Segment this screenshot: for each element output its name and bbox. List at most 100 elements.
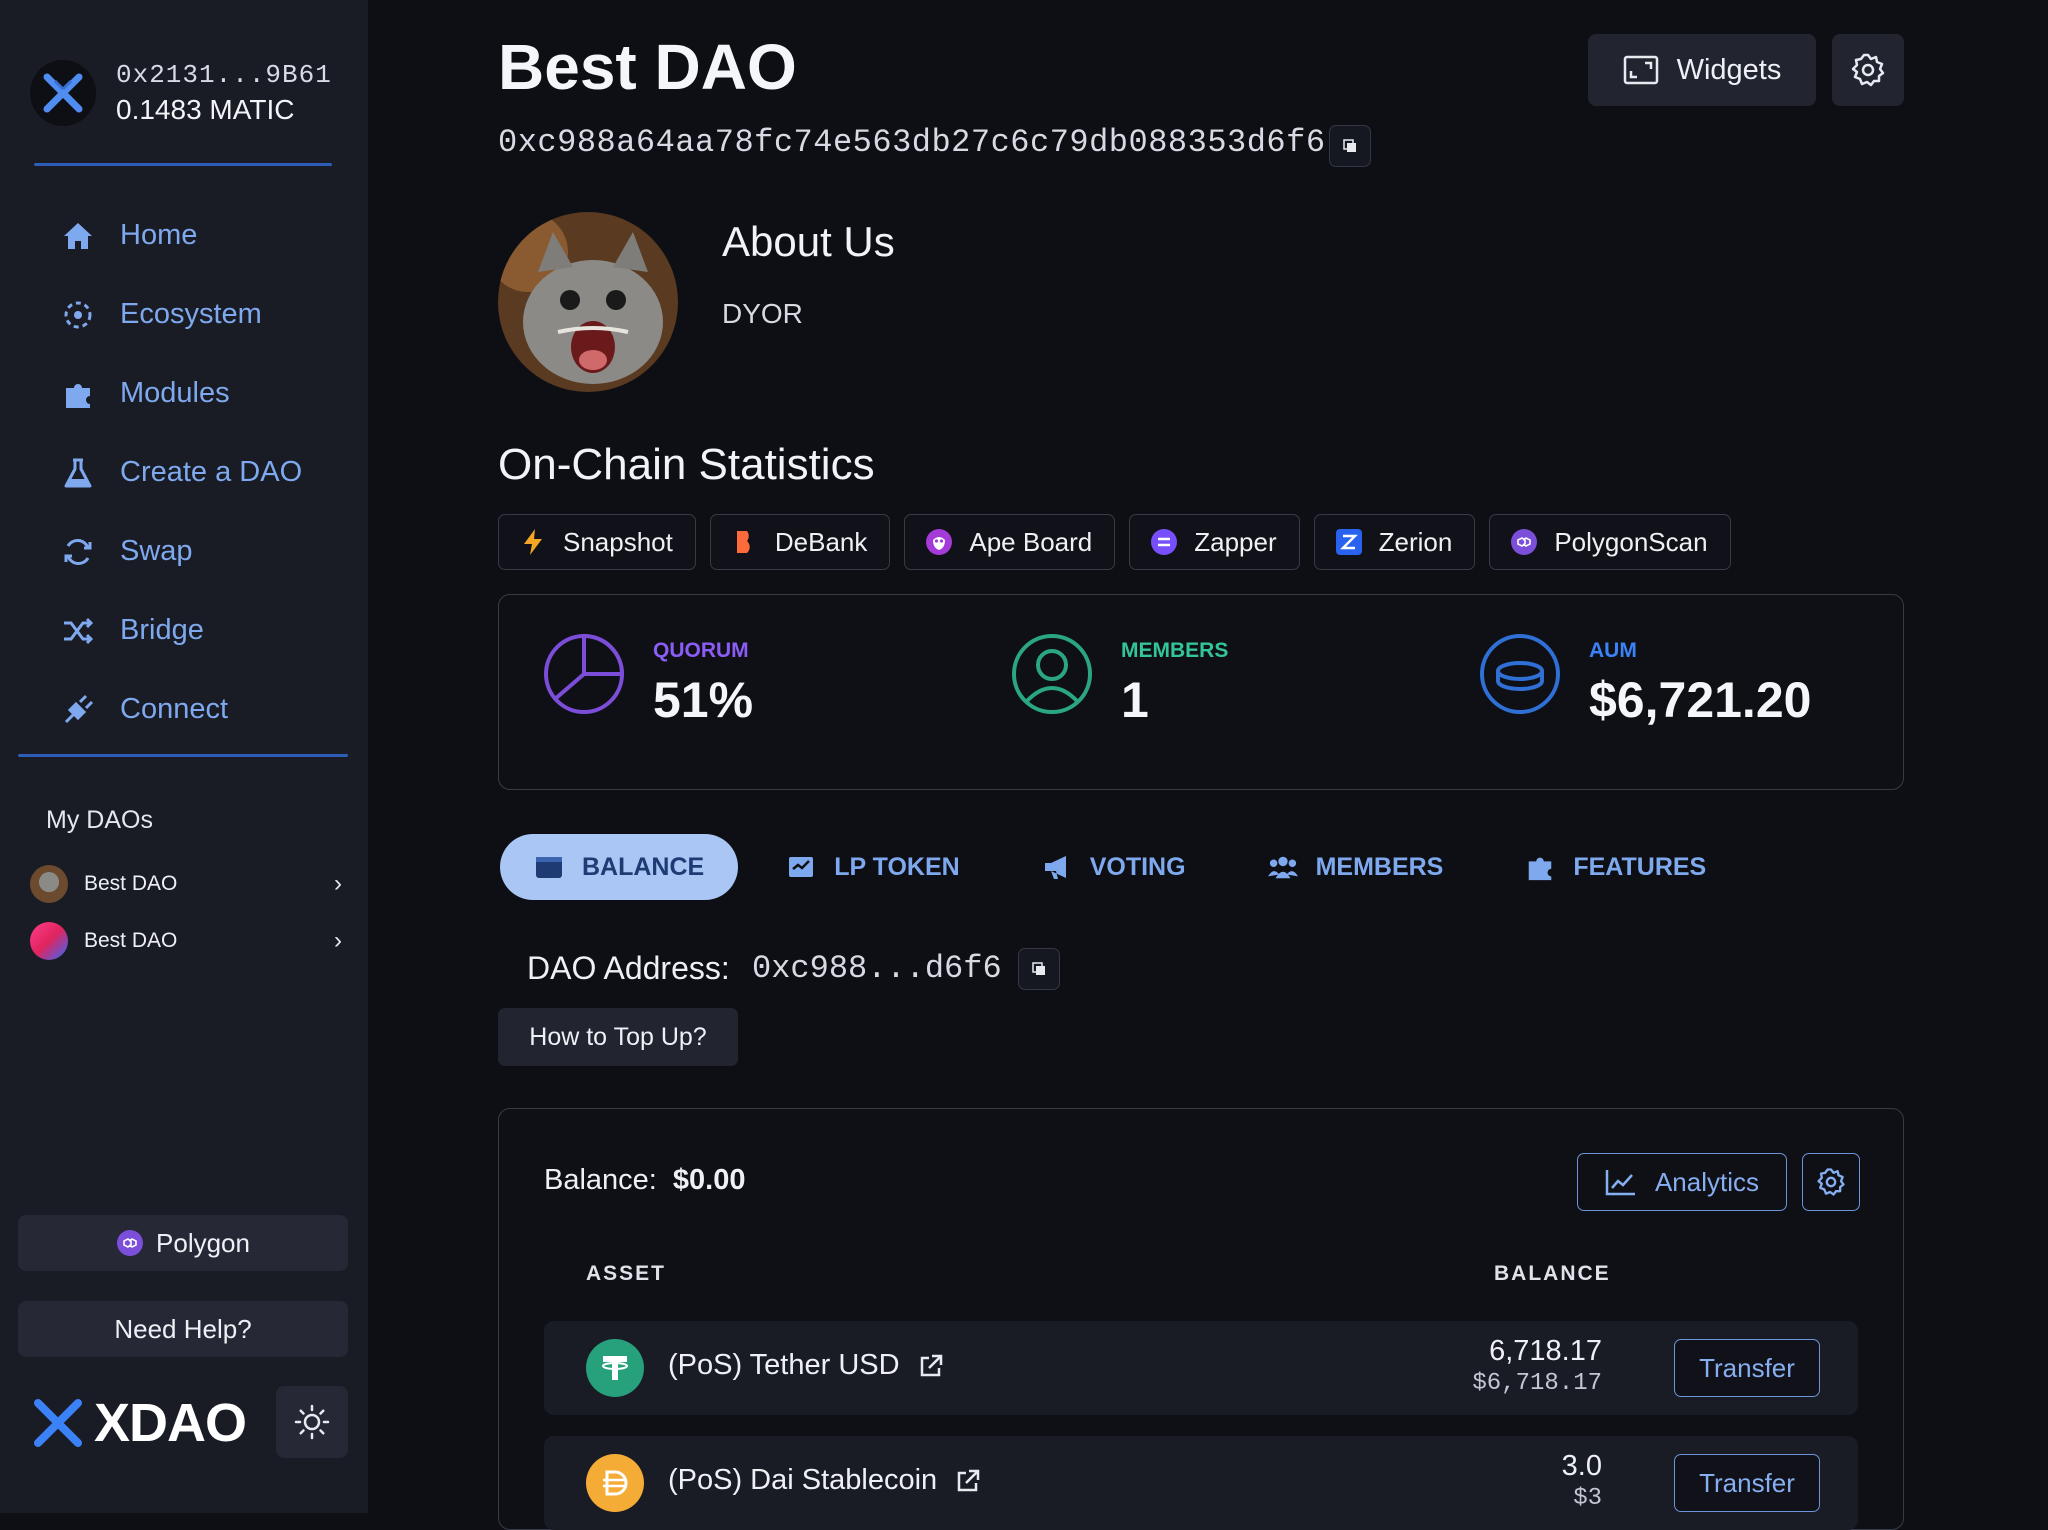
tether-icon (586, 1339, 644, 1397)
page-title: Best DAO (498, 31, 797, 103)
stats-heading: On-Chain Statistics (498, 440, 875, 489)
account-widget[interactable]: 0x2131...9B61 0.1483 MATIC (30, 60, 332, 126)
copy-dao-address-button[interactable] (1018, 948, 1060, 990)
brand-logo[interactable]: XDAO (32, 1392, 247, 1454)
tab-features[interactable]: FEATURES (1491, 834, 1740, 900)
aum-stat: AUM $6,721.20 (1477, 631, 1811, 729)
line-chart-icon (1605, 1168, 1637, 1196)
balance-settings-button[interactable] (1802, 1153, 1860, 1211)
tab-label: FEATURES (1573, 852, 1707, 881)
account-address: 0x2131...9B61 (116, 60, 332, 90)
chart-check-icon (786, 852, 816, 882)
analytics-button[interactable]: Analytics (1577, 1153, 1787, 1211)
aum-value: $6,721.20 (1589, 672, 1812, 728)
polygon-icon (1510, 528, 1538, 556)
polygon-icon (116, 1229, 144, 1257)
my-dao-name: Best DAO (84, 929, 178, 952)
zerion-link[interactable]: Zerion (1313, 514, 1476, 570)
zerion-icon (1335, 528, 1363, 556)
members-label: MEMBERS (1121, 639, 1229, 662)
zapper-link[interactable]: Zapper (1129, 514, 1300, 570)
sidebar-item-bridge[interactable]: Bridge (60, 591, 302, 670)
snapshot-link[interactable]: Snapshot (498, 514, 696, 570)
ape-board-link[interactable]: Ape Board (904, 514, 1116, 570)
flask-icon (60, 455, 96, 491)
dao-tabs: BALANCE LP TOKEN VOTING MEMBERS FEATURES (500, 834, 1754, 900)
network-label: Polygon (156, 1227, 250, 1258)
app-root: 0x2131...9B61 0.1483 MATIC Home Ecosyste… (0, 0, 2048, 1530)
sidebar-item-create-dao[interactable]: Create a DAO (60, 433, 302, 512)
tab-voting[interactable]: VOTING (1008, 834, 1220, 900)
sun-icon (294, 1404, 330, 1440)
how-to-top-up-button[interactable]: How to Top Up? (498, 1008, 738, 1066)
users-icon (1267, 852, 1298, 882)
transfer-button[interactable]: Transfer (1674, 1454, 1820, 1512)
col-header-balance: BALANCE (1494, 1262, 1611, 1285)
need-help-button[interactable]: Need Help? (18, 1301, 348, 1357)
wallet-icon (534, 852, 564, 882)
shuffle-icon (60, 613, 96, 649)
external-link-icon[interactable] (918, 1353, 944, 1379)
swap-icon (60, 534, 96, 570)
asset-name: (PoS) Tether USD (668, 1349, 900, 1381)
quorum-value: 51% (653, 672, 754, 728)
settings-button[interactable] (1832, 34, 1904, 106)
transfer-button[interactable]: Transfer (1674, 1339, 1820, 1397)
tab-balance[interactable]: BALANCE (500, 834, 739, 900)
sidebar-item-ecosystem[interactable]: Ecosystem (60, 275, 302, 354)
tab-label: BALANCE (582, 852, 705, 881)
members-stat: MEMBERS 1 (1009, 631, 1228, 729)
sidebar-item-modules[interactable]: Modules (60, 354, 302, 433)
coins-icon (1477, 631, 1563, 717)
dao-avatar (30, 865, 68, 903)
sidebar: 0x2131...9B61 0.1483 MATIC Home Ecosyste… (0, 0, 368, 1513)
pie-chart-icon (541, 631, 627, 717)
user-icon (1009, 631, 1095, 717)
aum-label: AUM (1589, 639, 1637, 662)
my-dao-item[interactable]: Best DAO › (30, 919, 342, 963)
ape-board-label: Ape Board (969, 526, 1093, 557)
sidebar-item-home[interactable]: Home (60, 196, 302, 275)
my-daos-heading: My DAOs (46, 806, 153, 834)
debank-link[interactable]: DeBank (709, 514, 891, 570)
my-dao-item[interactable]: Best DAO › (30, 862, 342, 906)
sidebar-item-label: Home (120, 219, 198, 251)
megaphone-icon (1042, 852, 1072, 882)
about-heading: About Us (722, 218, 895, 265)
table-row: (PoS) Tether USD 6,718.17 $6,718.17 Tran… (544, 1321, 1858, 1415)
about-text: DYOR (722, 298, 803, 329)
tab-label: VOTING (1089, 852, 1186, 881)
theme-toggle-button[interactable] (276, 1386, 348, 1458)
sidebar-item-connect[interactable]: Connect (60, 670, 302, 749)
polygonscan-link[interactable]: PolygonScan (1489, 514, 1731, 570)
expand-icon (1623, 55, 1659, 85)
sidebar-nav: Home Ecosystem Modules Create a DAO Swap… (60, 196, 302, 749)
dao-address-label: DAO Address: (527, 950, 730, 986)
sidebar-item-label: Modules (120, 377, 230, 409)
sidebar-item-label: Connect (120, 693, 229, 725)
balance-label: Balance: (544, 1164, 657, 1196)
quorum-stat: QUORUM 51% (541, 631, 753, 729)
sidebar-divider (34, 163, 332, 166)
brand-name: XDAO (94, 1393, 247, 1453)
sidebar-item-swap[interactable]: Swap (60, 512, 302, 591)
puzzle-icon (1525, 852, 1555, 882)
account-balance: 0.1483 MATIC (116, 94, 295, 125)
quorum-label: QUORUM (653, 639, 749, 662)
plug-icon (60, 692, 96, 728)
copy-address-button[interactable] (1329, 125, 1371, 167)
widgets-label: Widgets (1676, 53, 1782, 86)
analytics-label: Analytics (1654, 1166, 1760, 1197)
copy-icon (1031, 961, 1047, 977)
external-link-icon[interactable] (955, 1468, 981, 1494)
tab-label: MEMBERS (1315, 852, 1444, 881)
network-button[interactable]: Polygon (18, 1215, 348, 1271)
widgets-button[interactable]: Widgets (1588, 34, 1816, 106)
tab-lp-token[interactable]: LP TOKEN (752, 834, 994, 900)
sidebar-item-label: Ecosystem (120, 298, 262, 330)
tab-members[interactable]: MEMBERS (1234, 834, 1478, 900)
dao-full-address: 0xc988a64aa78fc74e563db27c6c79db088353d6… (498, 124, 1326, 161)
stats-links: Snapshot DeBank Ape Board Zapper Zerion … (498, 514, 1745, 570)
gear-icon (1850, 52, 1886, 88)
dao-avatar-image (498, 212, 678, 392)
